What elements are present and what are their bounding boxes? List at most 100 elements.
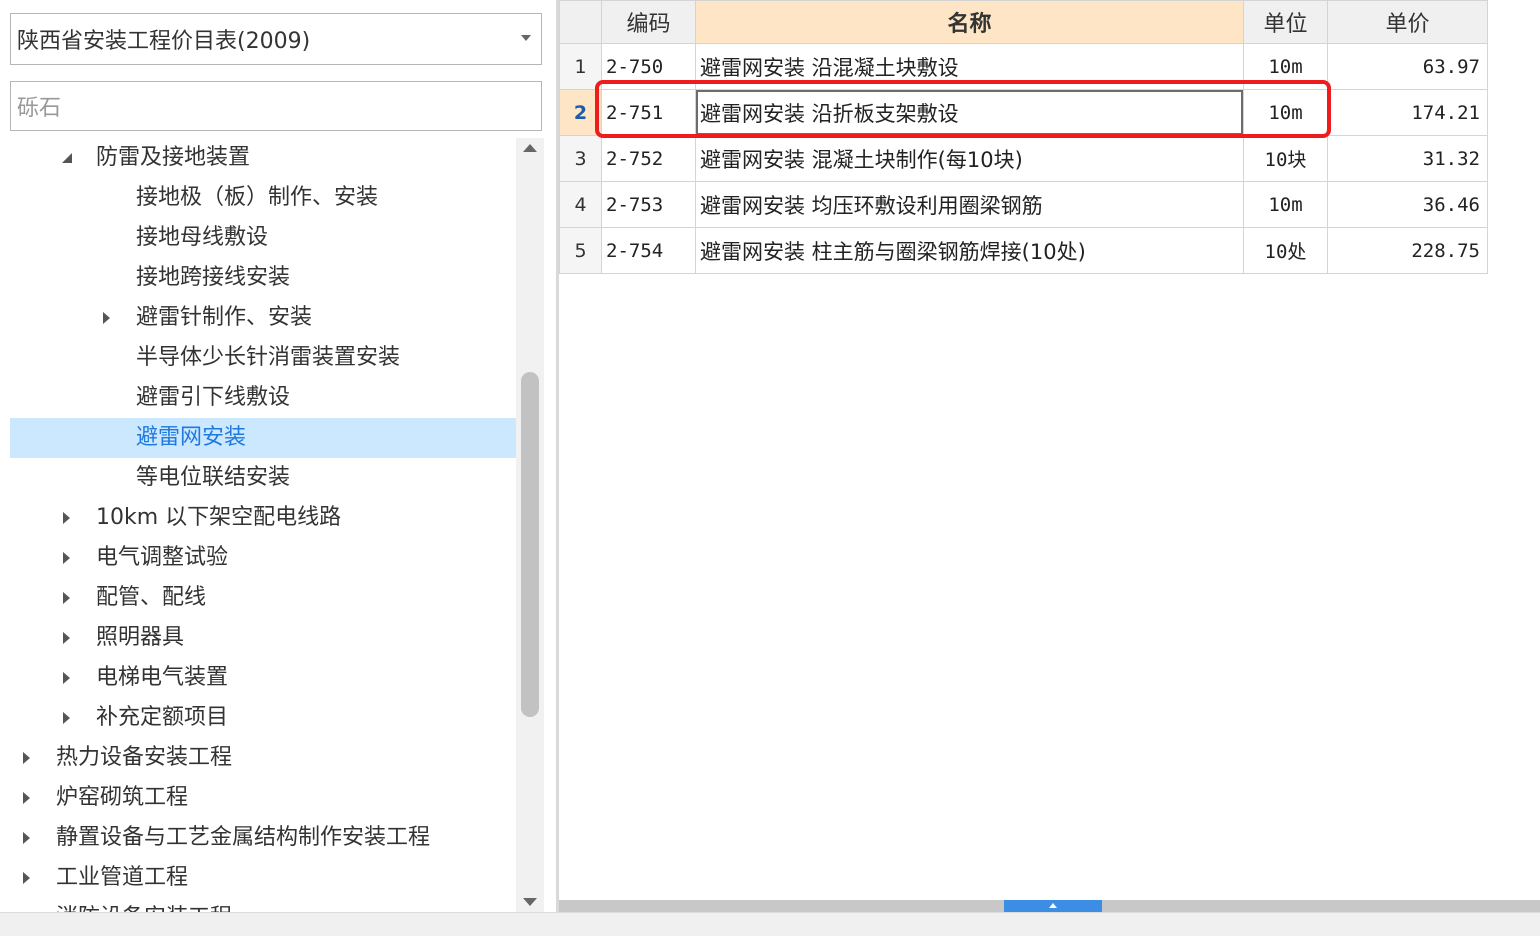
collapsed-triangle-icon[interactable]	[20, 898, 36, 912]
cell-name[interactable]: 避雷网安装 沿混凝土块敷设	[695, 43, 1244, 90]
tree-item-label: 热力设备安装工程	[56, 745, 233, 770]
table-row[interactable]: 2 2-751 避雷网安装 沿折板支架敷设 10m 174.21	[559, 89, 1488, 136]
tree-item-label: 静置设备与工艺金属结构制作安装工程	[56, 825, 431, 850]
tree-item[interactable]: 接地极（板）制作、安装	[10, 178, 516, 218]
tree-item-label: 避雷引下线敷设	[136, 385, 291, 410]
tree-item[interactable]: 工业管道工程	[10, 858, 516, 898]
collapsed-triangle-icon[interactable]	[20, 858, 36, 898]
cell-price[interactable]: 174.21	[1327, 89, 1488, 136]
cell-price[interactable]: 36.46	[1327, 181, 1488, 228]
tree-item-label: 消防设备安装工程	[56, 898, 232, 912]
tree-item[interactable]: 炉窑砌筑工程	[10, 778, 516, 818]
tree-item[interactable]: 照明器具	[10, 618, 516, 658]
cell-code[interactable]: 2-754	[601, 227, 696, 274]
category-tree: 防雷及接地装置接地极（板）制作、安装接地母线敷设 接地跨接线安装避雷针制作、安装半…	[10, 138, 516, 912]
table-row[interactable]: 5 2-754 避雷网安装 柱主筋与圈梁钢筋焊接(10处) 10处 228.75	[559, 227, 1488, 274]
left-panel: 陕西省安装工程价目表(2009) 防雷及接地装置接地极（板）制作、安装接地母线敷…	[0, 0, 556, 912]
cell-num[interactable]: 3	[559, 135, 602, 182]
tree-item-label: 等电位联结安装	[136, 465, 291, 490]
quota-table: 编码 名称 单位 单价 1 2-750 避雷网安装 沿混凝土块敷设 10m 63.97 2…	[559, 0, 1488, 274]
grid-horizontal-scrollbar[interactable]	[559, 900, 1540, 912]
tree-item[interactable]: 等电位联结安装	[10, 458, 516, 498]
tree-item[interactable]: 避雷针制作、安装	[10, 298, 516, 338]
scroll-up-arrow-icon[interactable]	[523, 144, 537, 152]
tree-item[interactable]: 避雷网安装	[10, 418, 516, 458]
header-name[interactable]: 名称	[695, 0, 1244, 44]
tree-item-label: 10km 以下架空配电线路	[96, 505, 342, 530]
header-unit[interactable]: 单位	[1243, 0, 1328, 44]
tree-item[interactable]: 接地跨接线安装	[10, 258, 516, 298]
cell-num[interactable]: 1	[559, 43, 602, 90]
tree-item-label: 工业管道工程	[56, 865, 189, 890]
tree-item[interactable]: 接地母线敷设	[10, 218, 516, 258]
cell-num[interactable]: 4	[559, 181, 602, 228]
tree-vertical-scrollbar[interactable]	[516, 138, 544, 912]
scroll-down-arrow-icon[interactable]	[523, 898, 537, 906]
cell-num[interactable]: 2	[559, 89, 602, 136]
collapsed-triangle-icon[interactable]	[60, 698, 76, 738]
tree-item-label: 照明器具	[96, 625, 185, 650]
tree-item[interactable]: 配管、配线	[10, 578, 516, 618]
search-input[interactable]	[10, 81, 542, 131]
collapsed-triangle-icon[interactable]	[60, 498, 76, 538]
collapsed-triangle-icon[interactable]	[100, 298, 116, 338]
scrollbar-thumb[interactable]	[1004, 900, 1102, 912]
cell-price[interactable]: 63.97	[1327, 43, 1488, 90]
tree-item[interactable]: 10km 以下架空配电线路	[10, 498, 516, 538]
grip-arrow-icon	[1049, 903, 1057, 908]
collapsed-triangle-icon[interactable]	[20, 738, 36, 778]
scrollbar-thumb[interactable]	[521, 372, 539, 717]
expanded-triangle-icon[interactable]	[60, 138, 76, 178]
tree-item[interactable]: 静置设备与工艺金属结构制作安装工程	[10, 818, 516, 858]
quota-grid-panel: 编码 名称 单位 单价 1 2-750 避雷网安装 沿混凝土块敷设 10m 63.97 2…	[559, 0, 1540, 900]
tree-item[interactable]: 电气调整试验	[10, 538, 516, 578]
table-row[interactable]: 3 2-752 避雷网安装 混凝土块制作(每10块) 10块 31.32	[559, 135, 1488, 182]
tree-item[interactable]: 热力设备安装工程	[10, 738, 516, 778]
cell-name[interactable]: 避雷网安装 均压环敷设利用圈梁钢筋	[695, 181, 1244, 228]
tree-item-label: 接地母线敷设	[136, 225, 269, 250]
cell-price[interactable]: 31.32	[1327, 135, 1488, 182]
collapsed-triangle-icon[interactable]	[60, 538, 76, 578]
header-rownum	[559, 0, 602, 44]
cell-code[interactable]: 2-751	[601, 89, 696, 136]
cell-price[interactable]: 228.75	[1327, 227, 1488, 274]
cell-unit[interactable]: 10m	[1243, 89, 1328, 136]
collapsed-triangle-icon[interactable]	[20, 818, 36, 858]
table-header-row: 编码 名称 单位 单价	[559, 0, 1488, 44]
tree-item-label: 防雷及接地装置	[96, 145, 251, 170]
tree-item-label: 补充定额项目	[96, 705, 229, 730]
table-row[interactable]: 4 2-753 避雷网安装 均压环敷设利用圈梁钢筋 10m 36.46	[559, 181, 1488, 228]
status-bar	[0, 912, 1540, 936]
collapsed-triangle-icon[interactable]	[60, 658, 76, 698]
cell-name[interactable]: 避雷网安装 混凝土块制作(每10块)	[695, 135, 1244, 182]
tree-item[interactable]: 半导体少长针消雷装置安装	[10, 338, 516, 378]
cell-unit[interactable]: 10处	[1243, 227, 1328, 274]
tree-item-label: 配管、配线	[96, 585, 207, 610]
header-code[interactable]: 编码	[601, 0, 696, 44]
chevron-down-icon[interactable]	[521, 35, 531, 41]
cell-code[interactable]: 2-753	[601, 181, 696, 228]
cell-unit[interactable]: 10块	[1243, 135, 1328, 182]
tree-item-label: 炉窑砌筑工程	[56, 785, 189, 810]
cell-code[interactable]: 2-752	[601, 135, 696, 182]
cell-code[interactable]: 2-750	[601, 43, 696, 90]
tree-item-label: 接地跨接线安装	[136, 265, 291, 290]
cell-unit[interactable]: 10m	[1243, 43, 1328, 90]
tree-item[interactable]: 补充定额项目	[10, 698, 516, 738]
tree-item-label: 避雷网安装	[136, 425, 247, 450]
tree-item[interactable]: 电梯电气装置	[10, 658, 516, 698]
cell-unit[interactable]: 10m	[1243, 181, 1328, 228]
cell-num[interactable]: 5	[559, 227, 602, 274]
tree-item-label: 电梯电气装置	[96, 665, 229, 690]
header-price[interactable]: 单价	[1327, 0, 1488, 44]
catalog-dropdown[interactable]: 陕西省安装工程价目表(2009)	[10, 13, 542, 65]
cell-name[interactable]: 避雷网安装 沿折板支架敷设	[695, 89, 1244, 136]
collapsed-triangle-icon[interactable]	[60, 578, 76, 618]
table-row[interactable]: 1 2-750 避雷网安装 沿混凝土块敷设 10m 63.97	[559, 43, 1488, 90]
tree-item[interactable]: 避雷引下线敷设	[10, 378, 516, 418]
tree-item[interactable]: 防雷及接地装置	[10, 138, 516, 178]
cell-name[interactable]: 避雷网安装 柱主筋与圈梁钢筋焊接(10处)	[695, 227, 1244, 274]
collapsed-triangle-icon[interactable]	[60, 618, 76, 658]
tree-item[interactable]: 消防设备安装工程	[10, 898, 516, 912]
collapsed-triangle-icon[interactable]	[20, 778, 36, 818]
